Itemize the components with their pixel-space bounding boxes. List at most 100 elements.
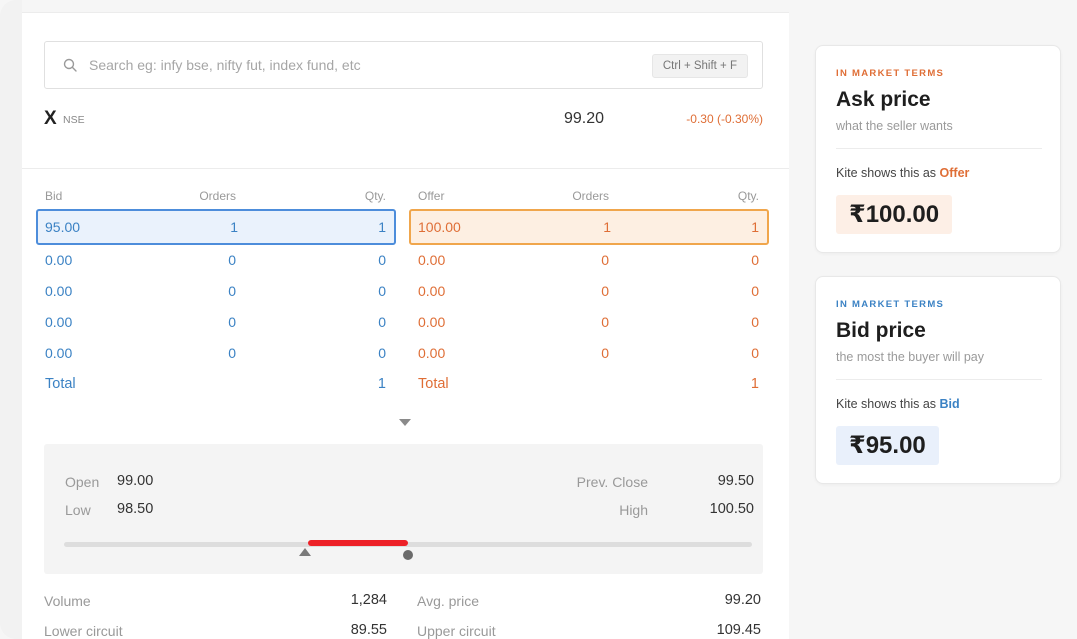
price-change: -0.30 (-0.30%)	[686, 112, 763, 126]
upper-circuit-value: 109.45	[716, 622, 761, 638]
bid-orders: 0	[228, 314, 236, 330]
bid-price: 0.00	[45, 252, 73, 268]
offer-price: 0.00	[418, 345, 446, 361]
offer-total-row: Total 1	[409, 369, 769, 400]
ltp-marker-icon	[403, 550, 413, 560]
bid-price-card: IN MARKET TERMS Bid price the most the b…	[815, 276, 1061, 484]
bid-depth-table: Bid Orders Qty. 95.00 1 1 0.00 0 0 0.00 …	[36, 189, 396, 400]
bid-title: Bid price	[836, 319, 926, 342]
search-box[interactable]: Ctrl + Shift + F	[44, 41, 763, 89]
ask-price-card: IN MARKET TERMS Ask price what the selle…	[815, 45, 1061, 253]
ask-title: Ask price	[836, 88, 931, 111]
upper-circuit-label: Upper circuit	[417, 623, 496, 639]
bid-header-row: Bid Orders Qty.	[36, 189, 396, 209]
bid-total-row: Total 1	[36, 369, 396, 400]
search-icon	[63, 58, 77, 72]
offer-qty: 0	[751, 252, 759, 268]
offer-orders: 0	[601, 283, 609, 299]
bid-qty: 0	[378, 345, 386, 361]
offer-col-orders: Orders	[572, 189, 609, 203]
bid-divider	[836, 379, 1042, 380]
open-marker-icon	[298, 548, 311, 556]
offer-depth-table: Offer Orders Qty. 100.00 1 1 0.00 0 0 0.…	[409, 189, 769, 400]
offer-price: 0.00	[418, 283, 446, 299]
offer-qty: 0	[751, 314, 759, 330]
low-value: 98.50	[117, 501, 154, 517]
offer-row[interactable]: 0.00 0 0	[409, 307, 769, 338]
bid-price: 0.00	[45, 314, 73, 330]
day-range-bar	[308, 540, 408, 546]
bid-orders: 1	[230, 219, 238, 235]
offer-qty: 1	[751, 219, 759, 235]
bid-subtitle: the most the buyer will pay	[836, 350, 984, 364]
bid-col-qty: Qty.	[364, 189, 386, 203]
low-label: Low	[65, 502, 91, 518]
avg-price-value: 99.20	[724, 592, 761, 608]
bid-qty: 0	[378, 314, 386, 330]
instrument-symbol[interactable]: X	[44, 108, 57, 130]
volume-value: 1,284	[350, 592, 387, 608]
offer-orders: 1	[603, 219, 611, 235]
bid-total-qty: 1	[377, 376, 386, 392]
app-frame: Ctrl + Shift + F X NSE 99.20 -0.30 (-0.3…	[0, 0, 1077, 639]
bid-price: 0.00	[45, 283, 73, 299]
bid-eyebrow: IN MARKET TERMS	[836, 299, 945, 310]
offer-row[interactable]: 0.00 0 0	[409, 245, 769, 276]
expand-depth-caret-icon[interactable]	[399, 419, 411, 426]
offer-qty: 0	[751, 345, 759, 361]
high-label: High	[619, 502, 648, 518]
ask-price-value: ₹100.00	[836, 195, 953, 234]
offer-price: 0.00	[418, 252, 446, 268]
high-value: 100.50	[709, 501, 754, 517]
ask-eyebrow: IN MARKET TERMS	[836, 68, 945, 79]
open-value: 99.00	[117, 473, 154, 489]
bid-orders: 0	[228, 283, 236, 299]
day-range-track	[64, 542, 752, 547]
bid-orders: 0	[228, 345, 236, 361]
lower-circuit-label: Lower circuit	[44, 623, 123, 639]
prev-close-value: 99.50	[717, 473, 754, 489]
bid-price-value: ₹95.00	[836, 426, 939, 465]
bid-shows-term: Bid	[939, 397, 960, 411]
offer-row-best[interactable]: 100.00 1 1	[409, 209, 769, 245]
offer-header-row: Offer Orders Qty.	[409, 189, 769, 209]
ohlc-box: Open 99.00 Low 98.50 Prev. Close 99.50 H…	[44, 444, 763, 574]
bid-qty: 0	[378, 252, 386, 268]
offer-orders: 0	[601, 314, 609, 330]
bid-orders: 0	[228, 252, 236, 268]
bid-price: 95.00	[45, 219, 81, 235]
bid-row[interactable]: 0.00 0 0	[36, 245, 396, 276]
ask-shows-prefix: Kite shows this as	[836, 166, 940, 180]
instrument-row: X NSE 99.20 -0.30 (-0.30%)	[44, 108, 763, 132]
offer-price: 100.00	[418, 219, 461, 235]
market-depth-panel: Ctrl + Shift + F X NSE 99.20 -0.30 (-0.3…	[22, 12, 789, 639]
offer-total-label: Total	[418, 376, 449, 392]
bid-price: 0.00	[45, 345, 73, 361]
ask-divider	[836, 148, 1042, 149]
offer-row[interactable]: 0.00 0 0	[409, 338, 769, 369]
search-input[interactable]	[89, 42, 629, 88]
volume-label: Volume	[44, 593, 91, 609]
bid-qty: 0	[378, 283, 386, 299]
prev-close-label: Prev. Close	[576, 474, 648, 490]
avg-price-label: Avg. price	[417, 593, 479, 609]
search-shortcut-hint: Ctrl + Shift + F	[651, 54, 748, 78]
offer-price: 0.00	[418, 314, 446, 330]
bid-col-price: Bid	[45, 189, 63, 203]
offer-row[interactable]: 0.00 0 0	[409, 276, 769, 307]
bid-row[interactable]: 0.00 0 0	[36, 307, 396, 338]
bid-row[interactable]: 0.00 0 0	[36, 338, 396, 369]
bid-total-label: Total	[45, 376, 76, 392]
offer-col-qty: Qty.	[737, 189, 759, 203]
instrument-exchange: NSE	[63, 114, 85, 126]
bid-row-best[interactable]: 95.00 1 1	[36, 209, 396, 245]
bid-row[interactable]: 0.00 0 0	[36, 276, 396, 307]
bid-qty: 1	[378, 219, 386, 235]
lower-circuit-value: 89.55	[350, 622, 387, 638]
ask-shows-term: Offer	[939, 166, 970, 180]
divider	[22, 168, 789, 169]
left-gutter	[0, 0, 22, 639]
offer-total-qty: 1	[750, 376, 759, 392]
offer-orders: 0	[601, 252, 609, 268]
bid-shows-prefix: Kite shows this as	[836, 397, 940, 411]
